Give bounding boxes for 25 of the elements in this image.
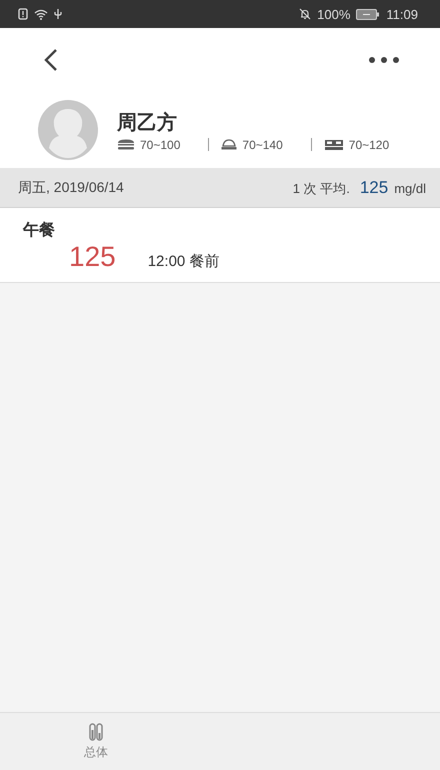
reading-time: 12:00 餐前 — [148, 252, 220, 271]
battery-icon — [356, 8, 380, 20]
patient-name: 周乙方 — [117, 110, 178, 136]
battery-percent: 100% — [317, 6, 350, 22]
back-icon — [44, 48, 58, 72]
usb-icon — [54, 8, 62, 20]
plate-icon — [221, 139, 238, 150]
more-icon — [368, 56, 400, 64]
glucose-value: 125 — [69, 241, 116, 273]
range-value: 70~120 — [348, 138, 390, 152]
bell-off-icon — [299, 8, 312, 20]
range-value: 70~100 — [140, 138, 180, 152]
date-label: 周五, 2019/06/14 — [18, 178, 124, 196]
clock: 11:09 — [386, 6, 418, 22]
reading-row[interactable]: 午餐 125 12:00 餐前 — [0, 208, 440, 283]
burger-icon — [117, 139, 135, 150]
unit-label: mg/dl — [394, 180, 426, 196]
bars-icon — [89, 722, 103, 740]
wifi-icon — [34, 8, 48, 20]
sim-alert-icon — [18, 8, 28, 20]
meal-label: 午餐 — [23, 222, 55, 239]
range-value: 70~140 — [242, 138, 283, 152]
bed-icon — [324, 139, 344, 150]
average-value: 125 — [360, 178, 388, 198]
count-label: 1 次 平均. — [292, 180, 350, 198]
